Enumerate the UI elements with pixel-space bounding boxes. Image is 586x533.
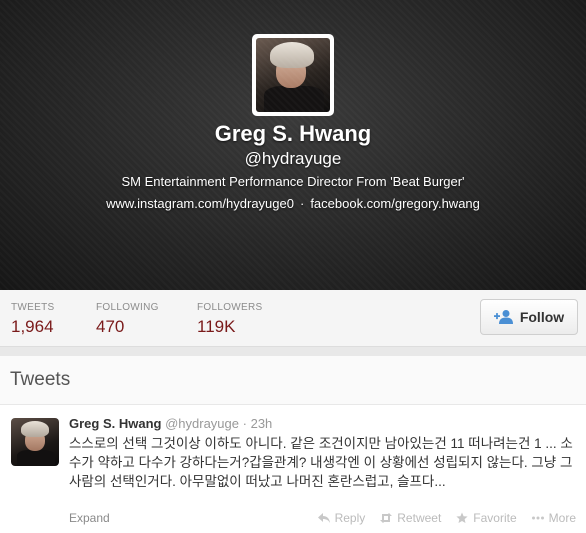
more-dots-icon [531,516,544,520]
retweet-label: Retweet [397,511,442,525]
retweet-icon [380,513,393,523]
stat-followers-label: FOLLOWERS [197,302,263,313]
profile-stats: TWEETS 1,964 FOLLOWING 470 FOLLOWERS 119… [0,290,586,347]
facebook-link[interactable]: facebook.com/gregory.hwang [310,196,480,211]
reply-icon [317,513,330,523]
stat-followers-value: 119K [197,317,236,336]
more-action[interactable]: More [531,511,576,525]
favorite-label: Favorite [473,511,517,525]
profile-links: www.instagram.com/hydrayuge0 · facebook.co… [0,196,586,211]
stat-following-label: FOLLOWING [96,302,159,313]
tweet-item[interactable]: Greg S. Hwang @hydrayuge · 23h 스스로의 선택 그… [0,405,586,533]
retweet-action[interactable]: Retweet [379,511,441,525]
tweet-dot: · [242,416,247,431]
follow-button-label: Follow [519,309,565,325]
more-label: More [548,511,576,525]
profile-avatar[interactable] [252,34,334,116]
profile-handle: @hydrayuge [244,149,342,168]
tweet-avatar[interactable] [11,418,59,466]
tweets-heading: Tweets [0,356,586,405]
favorite-action[interactable]: Favorite [455,511,517,525]
tweet-author-name[interactable]: Greg S. Hwang [69,416,161,431]
reply-label: Reply [334,511,366,525]
profile-header: Greg S. Hwang @hydrayuge SM Entertainmen… [0,0,586,290]
reply-action[interactable]: Reply [317,511,366,525]
tweets-panel: Tweets Greg S. Hwang @hydrayuge · 23h 스스… [0,356,586,533]
profile-name: Greg S. Hwang [214,121,372,146]
follow-button[interactable]: Follow [480,299,578,335]
profile-page: Greg S. Hwang @hydrayuge SM Entertainmen… [0,0,586,533]
tweet-expand-link[interactable]: Expand [69,511,110,525]
tweet-header: Greg S. Hwang @hydrayuge · 23h [69,416,272,431]
section-gap [0,347,586,356]
stat-tweets[interactable]: TWEETS 1,964 [11,302,54,337]
tweet-timestamp[interactable]: 23h [251,416,273,431]
tweet-actions: Reply Retweet Favorite More [317,511,576,525]
link-separator: · [299,196,305,211]
stat-following-value: 470 [96,317,125,336]
avatar-image [256,38,330,112]
tweet-text: 스스로의 선택 그것이상 이하도 아니다. 같은 조건이지만 남아있는건 11 … [69,436,573,489]
stat-tweets-label: TWEETS [11,302,55,313]
stat-tweets-value: 1,964 [11,317,54,336]
star-icon [456,512,468,523]
stat-following[interactable]: FOLLOWING 470 [96,302,159,337]
instagram-link[interactable]: www.instagram.com/hydrayuge0 [106,196,294,211]
profile-bio: SM Entertainment Performance Director Fr… [121,174,465,189]
stat-followers[interactable]: FOLLOWERS 119K [197,302,263,337]
tweet-author-handle[interactable]: @hydrayuge [165,416,239,431]
add-person-icon [493,310,513,324]
